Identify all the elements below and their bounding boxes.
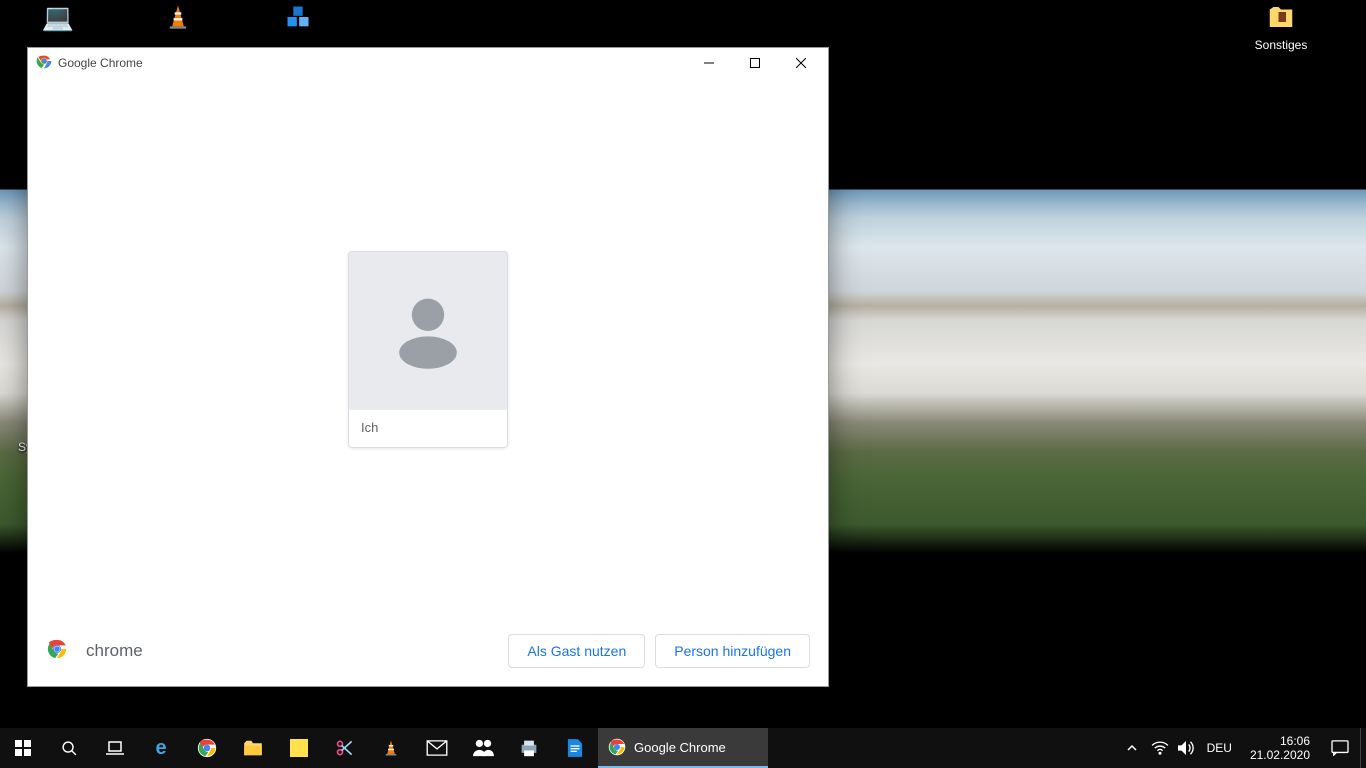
guest-button[interactable]: Als Gast nutzen [508,634,645,668]
mail-icon [426,740,448,756]
computer-icon: 💻 [41,0,75,34]
taskbar-snip[interactable] [322,728,368,768]
volume-icon [1177,740,1195,756]
chrome-icon [36,53,52,74]
printer-icon [519,739,539,757]
show-desktop-button[interactable] [1360,728,1366,768]
user-icon [383,286,473,376]
chevron-up-icon [1126,742,1138,754]
scissors-icon [335,738,355,758]
taskbar-people[interactable] [460,728,506,768]
tray-language[interactable]: DEU [1199,741,1240,755]
cone-icon [161,0,195,34]
taskbar-running-label: Google Chrome [634,740,726,755]
brand-label: chrome [86,641,143,661]
cone-icon [382,738,400,758]
desktop-icon-sonstiges[interactable]: Sonstiges [1236,0,1326,52]
tray-clock[interactable]: 16:06 21.02.2020 [1240,734,1320,763]
windows-icon [15,740,31,756]
folder-icon [1264,0,1298,34]
taskbar-vlc[interactable] [368,728,414,768]
notification-icon [1331,740,1349,756]
wifi-icon [1151,741,1169,755]
chrome-icon [608,738,626,756]
taskbar-explorer[interactable] [230,728,276,768]
minimize-button[interactable] [686,48,732,78]
minimize-icon [704,58,714,68]
chrome-icon [197,738,217,758]
task-view-icon [106,741,124,755]
desktop-icon-label: Sonstiges [1236,38,1326,52]
taskbar-fax[interactable] [506,728,552,768]
close-icon [796,58,806,68]
add-person-button[interactable]: Person hinzufügen [655,634,810,668]
taskbar-sticky[interactable] [276,728,322,768]
search-button[interactable] [46,728,92,768]
window-content: Ich [28,78,828,620]
titlebar[interactable]: Google Chrome [28,48,828,78]
start-button[interactable] [0,728,46,768]
tray-notifications[interactable] [1320,728,1360,768]
folder-icon [243,740,263,756]
chrome-profile-window: Google Chrome Ich chrome Als G [28,48,828,686]
chrome-logo-icon [46,638,68,665]
note-icon [290,739,308,757]
desktop-icon-app[interactable] [260,0,336,38]
taskbar-chrome[interactable] [184,728,230,768]
document-icon [567,738,583,758]
avatar [349,252,507,410]
profile-name: Ich [349,410,507,447]
tray-wifi[interactable] [1147,728,1173,768]
tray-date: 21.02.2020 [1250,748,1310,762]
window-title: Google Chrome [58,56,143,70]
tray-volume[interactable] [1173,728,1199,768]
tray-chevron[interactable] [1117,728,1147,768]
desktop-icon-computer[interactable]: 💻 [20,0,96,38]
desktop-icon-vlc[interactable] [140,0,216,38]
profile-card[interactable]: Ich [348,251,508,448]
search-icon [61,740,78,757]
taskbar-running-chrome[interactable]: Google Chrome [598,728,768,768]
people-icon [472,738,494,758]
tray-time: 16:06 [1250,734,1310,748]
blocks-icon [281,0,315,34]
edge-icon: e [155,737,166,760]
taskbar-edge[interactable]: e [138,728,184,768]
taskbar: e Google Chrome [0,728,1366,768]
taskbar-mail[interactable] [414,728,460,768]
maximize-icon [750,58,760,68]
window-footer: chrome Als Gast nutzen Person hinzufügen [28,620,828,686]
task-view-button[interactable] [92,728,138,768]
close-button[interactable] [778,48,824,78]
maximize-button[interactable] [732,48,778,78]
taskbar-libreoffice[interactable] [552,728,598,768]
